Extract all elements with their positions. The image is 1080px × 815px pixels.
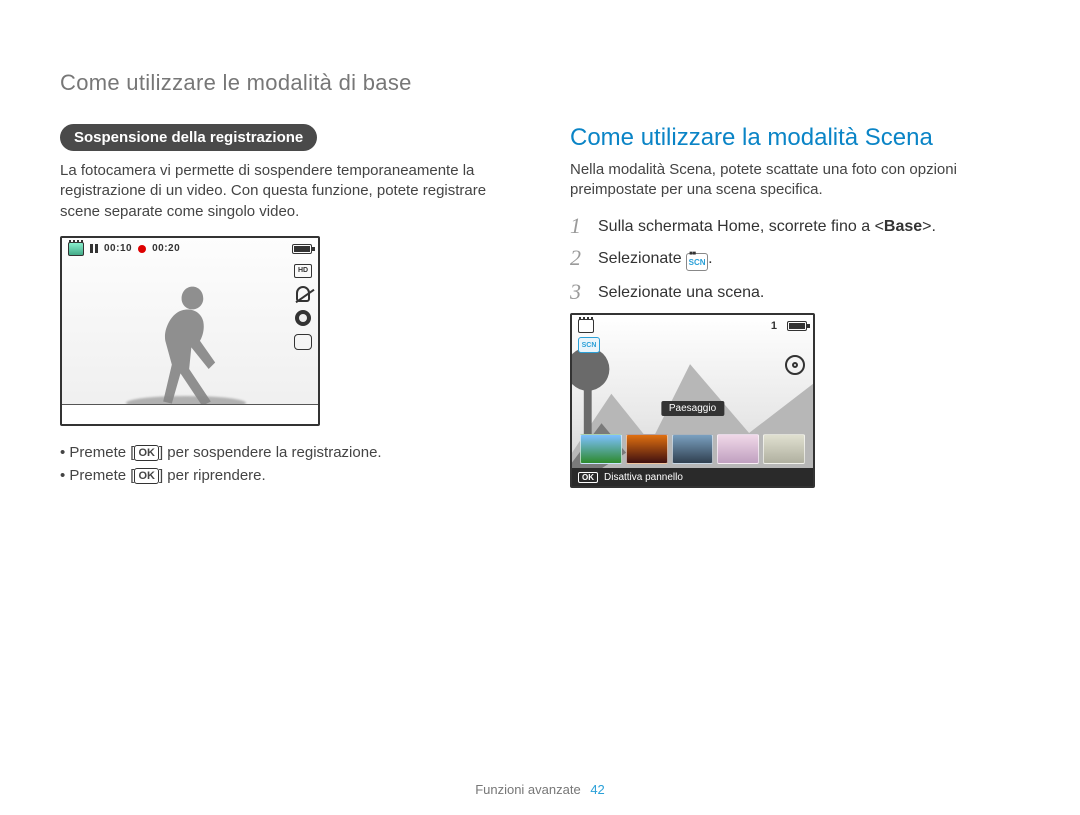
step-1: 1 Sulla schermata Home, scorrete fino a …	[570, 215, 1020, 237]
right-column: Come utilizzare la modalità Scena Nella …	[570, 124, 1020, 490]
footer-label: Funzioni avanzate	[475, 782, 581, 797]
gear-icon	[295, 310, 311, 326]
section-title: Come utilizzare le modalità di base	[60, 70, 1020, 96]
skater-silhouette	[132, 278, 242, 408]
thumb-backlight	[717, 434, 759, 464]
step-number: 2	[570, 247, 588, 269]
ok-button-icon: OK	[134, 468, 159, 484]
thumb-text	[763, 434, 805, 464]
scn-badge: SCN	[578, 337, 600, 353]
thumb-landscape	[580, 434, 622, 464]
stabilizer-icon	[294, 334, 312, 350]
step-2: 2 Selezionate SCN.	[570, 247, 1020, 272]
movie-icon	[578, 319, 594, 333]
ok-button-icon: OK	[134, 445, 159, 461]
movie-icon	[68, 242, 84, 256]
step-number: 3	[570, 281, 588, 303]
focus-target-icon	[785, 355, 805, 375]
battery-icon	[292, 244, 312, 254]
time-total: 00:20	[152, 243, 180, 254]
bottom-bar-text: Disattiva pannello	[604, 472, 683, 483]
scene-thumbnails	[580, 434, 805, 464]
thumb-dawn	[672, 434, 714, 464]
mic-off-icon	[296, 286, 310, 302]
pause-icon	[90, 244, 98, 253]
bullet-pause: Premete [OK] per sospendere la registraz…	[60, 444, 510, 461]
floor-line	[62, 404, 318, 424]
page-footer: Funzioni avanzate 42	[0, 782, 1080, 797]
time-elapsed: 00:10	[104, 243, 132, 254]
pill-recording-pause: Sospensione della registrazione	[60, 124, 317, 151]
bullet-resume: Premete [OK] per riprendere.	[60, 467, 510, 484]
right-paragraph: Nella modalità Scena, potete scattate un…	[570, 160, 1020, 201]
battery-icon	[787, 321, 807, 331]
camera-lcd-recording: 00:10 00:20 HD	[60, 236, 320, 426]
ok-button-icon: OK	[578, 472, 598, 483]
left-paragraph: La fotocamera vi permette di sospendere …	[60, 161, 510, 222]
thumb-sunset	[626, 434, 668, 464]
step-number: 1	[570, 215, 588, 237]
shots-count: 1	[771, 320, 777, 332]
step-3: 3 Selezionate una scena.	[570, 281, 1020, 303]
scene-tooltip: Paesaggio	[661, 401, 724, 416]
record-dot-icon	[138, 245, 146, 253]
hd-badge: HD	[294, 264, 312, 278]
scene-mode-icon: SCN	[686, 253, 708, 271]
left-column: Sospensione della registrazione La fotoc…	[60, 124, 510, 490]
page-number: 42	[590, 782, 604, 797]
camera-lcd-scene: 1 SCN Paesaggio OK Disattiva pannello	[570, 313, 815, 488]
scene-mode-heading: Come utilizzare la modalità Scena	[570, 124, 1020, 152]
